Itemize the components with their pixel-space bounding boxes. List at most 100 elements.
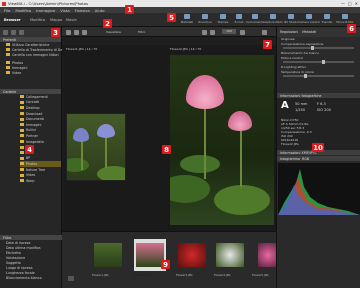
- callout-badge: 7: [263, 40, 272, 49]
- tab-map[interactable]: Mappa: [50, 18, 62, 22]
- capture-nx-icon: [270, 14, 276, 19]
- folder-icon: [20, 140, 24, 144]
- left-image[interactable]: [66, 113, 126, 181]
- callout-badge: 9: [161, 260, 170, 269]
- maximize-button[interactable]: □: [348, 1, 352, 6]
- filter-dropdown[interactable]: Filtro: [138, 30, 145, 34]
- back-icon[interactable]: [3, 29, 8, 35]
- folder-icon: [20, 112, 24, 116]
- camera-control-icon: [306, 14, 312, 19]
- histogram: [278, 163, 360, 215]
- print-icon: [220, 14, 226, 19]
- exposure-mode: A: [281, 100, 289, 111]
- grid-view-icon[interactable]: [66, 29, 71, 35]
- menu-file[interactable]: File: [4, 8, 10, 13]
- focal-length: 50 mm: [295, 102, 308, 106]
- tab-edit[interactable]: Modifica: [30, 18, 45, 22]
- forward-icon[interactable]: [11, 29, 16, 35]
- folder-icon: [20, 145, 24, 149]
- tab-adjustments[interactable]: Regolazioni: [280, 30, 298, 34]
- callout-badge: 10: [312, 143, 324, 152]
- picture-control-slider[interactable]: [283, 60, 354, 64]
- exposure-slider[interactable]: [283, 46, 354, 50]
- folder-icon: [20, 168, 24, 172]
- camera-control-button[interactable]: Camera Control: [298, 14, 320, 26]
- upload-button[interactable]: Caricamento: [246, 14, 264, 26]
- iso-value: ISO 200: [317, 108, 331, 112]
- callout-badge: 6: [347, 24, 356, 33]
- left-image-caption: Flower1.JPG | 14 / 70: [66, 47, 98, 51]
- filter-item[interactable]: Bilanciamento bianco: [0, 275, 62, 280]
- close-button[interactable]: ✕: [355, 1, 358, 6]
- thumbnail[interactable]: Flower4.JPG: [214, 239, 246, 277]
- compare-view-icon[interactable]: [74, 29, 79, 35]
- tab-movie[interactable]: Movie: [66, 18, 77, 22]
- mode-toolbar: Browser Modifica Mappa Movie Metadati Ri…: [0, 13, 360, 27]
- minimize-button[interactable]: —: [341, 1, 345, 6]
- movie-editor-icon: [342, 14, 348, 19]
- metadata-button[interactable]: Metadati: [178, 14, 196, 26]
- single-view-icon[interactable]: [82, 29, 87, 35]
- rotate-right-icon[interactable]: [210, 29, 215, 35]
- folder-icon: [20, 156, 24, 160]
- callout-badge: 3: [51, 28, 60, 37]
- histogram-header[interactable]: Istogramma RGB: [277, 156, 360, 161]
- upload-icon: [252, 14, 258, 19]
- adjust-item[interactable]: Compensazione esposizione: [277, 42, 360, 47]
- title-bar: ViewNX-i - C:\Users\Admin\Pictures\Photo…: [0, 0, 360, 7]
- settings-icon[interactable]: [262, 29, 267, 35]
- layout-icon[interactable]: [19, 29, 24, 35]
- transfer-button[interactable]: Transfer: [318, 14, 336, 26]
- zoom-field[interactable]: 100: [222, 29, 236, 34]
- temperature-slider[interactable]: [283, 74, 354, 78]
- folder-icon: [6, 48, 10, 51]
- callout-badge: 4: [25, 145, 34, 154]
- folder-tree: Collegamenti Contatti Desktop Download Docum…: [0, 94, 61, 184]
- adjustments-panel: Regolazioni Metadati Originale Compensaz…: [276, 27, 360, 288]
- filmstrip-toggle-icon[interactable]: [68, 276, 74, 281]
- folder-icon: [6, 61, 10, 64]
- folder-icon: [20, 123, 24, 127]
- metadata-icon: [184, 14, 190, 19]
- shutter-value: 1/250: [295, 108, 306, 112]
- menu-edit[interactable]: Modifica: [15, 8, 31, 13]
- thumbnail[interactable]: Flower1.JPG: [92, 239, 124, 277]
- view-dropdown[interactable]: Visualizza: [106, 30, 121, 34]
- filter-list: Data di ripresa Data ultima modifica Etich…: [0, 240, 62, 280]
- folder-icon: [20, 95, 24, 99]
- navigation-panel: Preferiti Utilizzo Caratteristiche Carte…: [0, 27, 70, 288]
- menu-help[interactable]: Aiuto: [95, 8, 105, 13]
- menu-image[interactable]: Immagine: [36, 8, 55, 13]
- image-viewer: Flower1.JPG | 14 / 70 Flower2.JPG | 14 /…: [62, 45, 276, 231]
- histogram-mode: RGB: [302, 156, 310, 161]
- folder-icon: [20, 128, 24, 132]
- callout-badge: 5: [167, 13, 176, 22]
- folder-tree-item[interactable]: Warp: [20, 178, 61, 184]
- rename-icon: [202, 14, 208, 19]
- folder-icon: [20, 173, 24, 177]
- callout-badge: 1: [125, 5, 134, 14]
- folder-icon: [6, 66, 10, 69]
- folder-icon: [6, 43, 10, 46]
- nx-studio-icon: [288, 14, 294, 19]
- zoom-icon[interactable]: [240, 29, 245, 35]
- window-title: ViewNX-i - C:\Users\Admin\Pictures\Photo…: [8, 1, 89, 6]
- thumbnail[interactable]: Flower3.JPG: [176, 239, 208, 277]
- folder-icon: [6, 53, 10, 56]
- folder-icon: [6, 71, 10, 74]
- tab-metadata[interactable]: Metadati: [302, 30, 316, 34]
- viewer-toolbar: Visualizza Filtro 100: [62, 27, 276, 37]
- folder-icon: [20, 100, 24, 104]
- folder-icon: [20, 162, 24, 166]
- adjust-item[interactable]: Picture Control: [277, 56, 360, 61]
- menu-window[interactable]: Finestra: [75, 8, 90, 13]
- capture-nx-button[interactable]: Capture NX-D: [263, 14, 283, 26]
- rename-button[interactable]: Rinomina: [196, 14, 214, 26]
- adjust-item[interactable]: Temperatura di colore: [277, 70, 360, 75]
- folder-icon: [20, 106, 24, 110]
- tab-browser[interactable]: Browser: [4, 18, 21, 22]
- transfer-icon: [324, 14, 330, 19]
- right-image[interactable]: [170, 55, 274, 225]
- menu-view[interactable]: Vista: [60, 8, 69, 13]
- rotate-left-icon[interactable]: [202, 29, 207, 35]
